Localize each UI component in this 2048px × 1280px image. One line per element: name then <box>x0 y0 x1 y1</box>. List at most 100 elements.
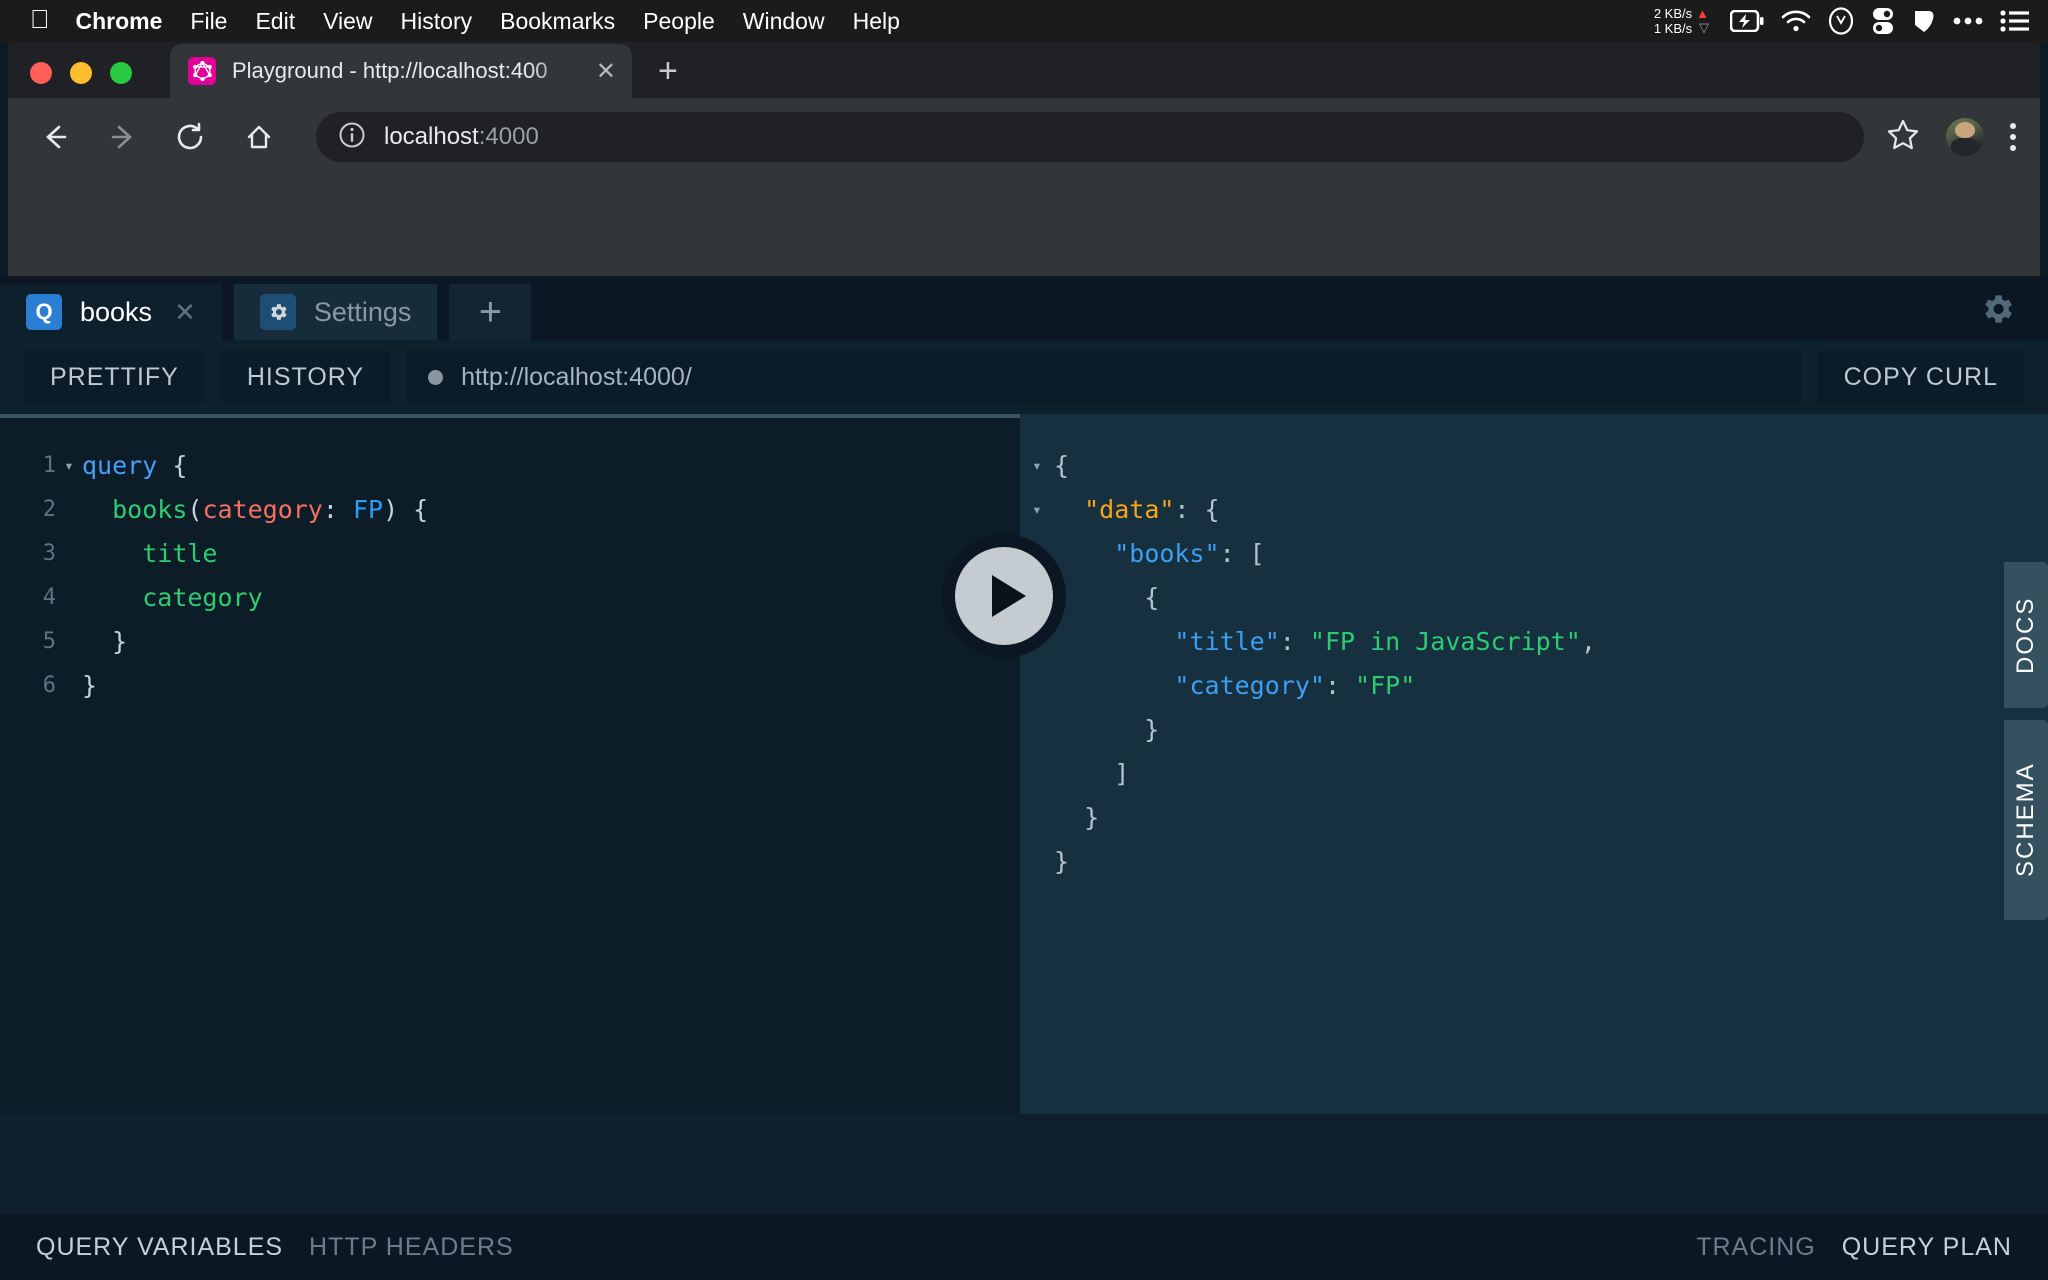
line-content: category <box>142 583 263 612</box>
fold-caret-icon[interactable]: ▾ <box>56 444 82 488</box>
endpoint-input[interactable]: http://localhost:4000/ <box>406 350 1802 404</box>
list-icon[interactable] <box>2000 10 2030 32</box>
menu-bookmarks[interactable]: Bookmarks <box>500 8 615 35</box>
editor-scroll-indicator <box>0 414 1020 418</box>
star-icon[interactable] <box>1886 118 1920 157</box>
back-button[interactable] <box>32 114 78 160</box>
line-number: 6 <box>42 673 56 698</box>
upload-arrow-icon: ▲ <box>1696 6 1709 21</box>
reload-button[interactable] <box>168 114 214 160</box>
gear-icon[interactable] <box>1978 290 2016 333</box>
menu-edit[interactable]: Edit <box>255 8 295 35</box>
apple-icon[interactable]:  <box>30 6 50 32</box>
line-content: } <box>82 627 128 656</box>
response-line: ▾ "books": [ <box>1020 532 2048 576</box>
battery-charging-icon[interactable] <box>1730 10 1764 32</box>
line-content: title <box>142 539 218 568</box>
execute-query-button[interactable] <box>942 534 1066 658</box>
close-icon[interactable]: ✕ <box>596 57 616 86</box>
response-line: } <box>1020 796 2048 840</box>
playground-add-tab-button[interactable]: + <box>449 284 532 340</box>
docs-tab[interactable]: DOCS <box>2004 562 2048 708</box>
editor-line: 6} <box>0 664 1020 708</box>
close-icon[interactable]: ✕ <box>174 297 196 328</box>
http-headers-tab[interactable]: HTTP HEADERS <box>309 1233 514 1262</box>
prettify-button[interactable]: PRETTIFY <box>24 350 205 404</box>
kebab-menu-icon[interactable] <box>2010 123 2016 151</box>
graphql-playground: Q books ✕ Settings + PRETTIFY HISTORY ht… <box>0 276 2048 1280</box>
close-window-button[interactable] <box>30 62 52 84</box>
download-arrow-icon: ▽ <box>1699 20 1709 35</box>
minimize-window-button[interactable] <box>70 62 92 84</box>
menu-people[interactable]: People <box>643 8 715 35</box>
dropbox-icon[interactable] <box>1912 8 1936 34</box>
response-line: ] <box>1020 752 2048 796</box>
line-content: { <box>1054 583 1160 612</box>
download-speed: 1 KB/s <box>1653 21 1693 36</box>
ellipsis-icon[interactable] <box>1953 16 1983 26</box>
tracing-tab[interactable]: TRACING <box>1696 1233 1816 1262</box>
menu-chrome[interactable]: Chrome <box>76 8 163 35</box>
editor-line: 4 category <box>0 576 1020 620</box>
line-content: { <box>1054 451 1070 480</box>
playground-toolbar: PRETTIFY HISTORY http://localhost:4000/ … <box>0 340 2048 414</box>
forward-button[interactable] <box>100 114 146 160</box>
response-line: } <box>1020 708 2048 752</box>
history-button[interactable]: HISTORY <box>220 350 391 404</box>
line-content: query { <box>82 451 188 480</box>
playground-editor-area: 1 ▾ query {2 books(category: FP) {3 title 4… <box>0 414 2048 1114</box>
line-content: ] <box>1054 759 1130 788</box>
query-badge-icon: Q <box>26 294 62 330</box>
window-traffic-lights <box>8 62 170 98</box>
maximize-window-button[interactable] <box>110 62 132 84</box>
response-pane: ▾{▾ "data": {▾ "books": [ { "title": "FP… <box>1020 414 2048 1114</box>
toggle-icon[interactable] <box>1871 7 1895 35</box>
playground-tab-bar: Q books ✕ Settings + <box>0 276 2048 340</box>
copy-curl-button[interactable]: COPY CURL <box>1817 350 2024 404</box>
response-line: ▾ "data": { <box>1020 488 2048 532</box>
playground-tab-label: books <box>80 296 153 327</box>
gear-icon <box>259 294 296 330</box>
line-number: 1 <box>42 453 56 478</box>
editor-line: 5 } <box>0 620 1020 664</box>
menu-help[interactable]: Help <box>853 8 900 35</box>
query-editor-code[interactable]: 1 ▾ query {2 books(category: FP) {3 title 4… <box>0 414 1020 708</box>
query-editor-pane[interactable]: 1 ▾ query {2 books(category: FP) {3 title 4… <box>0 414 1020 1114</box>
clock-icon[interactable] <box>1828 7 1854 35</box>
side-tab-group: DOCS SCHEMA <box>2004 562 2048 920</box>
wifi-icon[interactable] <box>1781 10 1811 32</box>
query-variables-tab[interactable]: QUERY VARIABLES <box>36 1233 283 1262</box>
response-json: ▾{▾ "data": {▾ "books": [ { "title": "FP… <box>1020 414 2048 884</box>
playground-tab-books[interactable]: Q books ✕ <box>0 284 222 340</box>
chrome-tab-strip: Playground - http://localhost:400 ✕ + <box>8 38 2040 98</box>
line-content: books(category: FP) { <box>112 495 429 524</box>
line-content: } <box>1054 803 1100 832</box>
playground-tab-settings[interactable]: Settings <box>233 284 438 340</box>
menu-window[interactable]: Window <box>743 8 825 35</box>
home-button[interactable] <box>236 114 282 160</box>
avatar[interactable] <box>1946 118 1984 156</box>
browser-tab-playground[interactable]: Playground - http://localhost:400 ✕ <box>170 44 632 98</box>
address-bar[interactable]: localhost:4000 <box>316 112 1864 162</box>
menu-history[interactable]: History <box>401 8 473 35</box>
url-host: localhost <box>384 123 479 150</box>
menu-file[interactable]: File <box>190 8 227 35</box>
new-tab-button[interactable]: + <box>658 54 678 88</box>
line-content: } <box>1054 847 1070 876</box>
response-line: ▾{ <box>1020 444 2048 488</box>
network-speed-indicator: 2 KB/s 1 KB/s ▲ ▽ <box>1654 6 1709 36</box>
response-line: "title": "FP in JavaScript", <box>1020 620 2048 664</box>
fold-caret-icon[interactable]: ▾ <box>1020 444 1054 488</box>
response-line: } <box>1020 840 2048 884</box>
query-plan-tab[interactable]: QUERY PLAN <box>1842 1233 2012 1262</box>
editor-line: 3 title <box>0 532 1020 576</box>
macos-menu-bar:  Chrome File Edit View History Bookmark… <box>0 0 2048 42</box>
line-content: "books": [ <box>1114 539 1265 568</box>
schema-tab[interactable]: SCHEMA <box>2004 720 2048 920</box>
upload-speed: 2 KB/s <box>1653 6 1693 21</box>
playground-footer: QUERY VARIABLES HTTP HEADERS TRACING QUE… <box>0 1214 2048 1280</box>
info-circle-icon[interactable] <box>338 121 366 154</box>
line-content: "data": { <box>1084 495 1220 524</box>
menu-view[interactable]: View <box>323 8 372 35</box>
fold-caret-icon[interactable]: ▾ <box>1020 488 1054 532</box>
